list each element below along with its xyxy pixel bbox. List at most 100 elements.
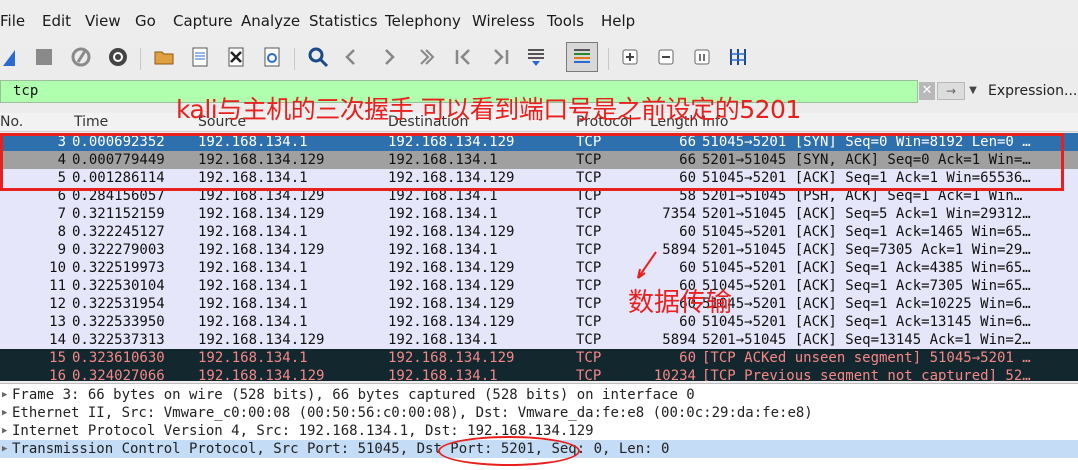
packet-row[interactable]: 15 0.323610630 192.168.134.1 192.168.134.12… — [0, 349, 1078, 367]
column-header-time[interactable]: Time — [74, 114, 108, 130]
packet-source: 192.168.134.1 — [198, 314, 308, 330]
packet-time: 0.324027066 — [72, 368, 165, 381]
menu-analyze[interactable]: Analyze — [241, 12, 300, 30]
detail-text: Frame 3: 66 bytes on wire (528 bits), 66… — [12, 387, 695, 403]
packet-time: 0.322245127 — [72, 224, 165, 240]
expression-button[interactable]: Expression... — [988, 83, 1077, 99]
last-packet-icon[interactable] — [488, 45, 512, 69]
packet-destination: 192.168.134.129 — [388, 350, 515, 366]
apply-filter-icon[interactable]: → — [937, 82, 965, 100]
packet-no: 15 — [49, 350, 66, 366]
detail-tree-item[interactable]: ▶ Ethernet II, Src: Vmware_c0:00:08 (00:5… — [0, 404, 1078, 422]
packet-info: 51045→5201 [ACK] Seq=1 Ack=13145 Win=6… — [702, 314, 1031, 330]
packet-length: 7354 — [662, 206, 696, 222]
menu-capture[interactable]: Capture — [173, 12, 233, 30]
packet-row[interactable]: 9 0.322279003 192.168.134.129 192.168.134.1… — [0, 241, 1078, 259]
packet-time: 0.322537313 — [72, 332, 165, 348]
shark-fin-icon[interactable] — [0, 45, 24, 69]
packet-info: 5201→51045 [ACK] Seq=7305 Ack=1 Win=29… — [702, 242, 1031, 258]
expand-arrow-icon[interactable]: ▶ — [2, 422, 7, 440]
menu-bar: File Edit View Go Capture Analyze Statis… — [0, 0, 1078, 42]
toolbar-separator — [294, 48, 295, 70]
menu-file[interactable]: File — [0, 12, 25, 30]
packet-source: 192.168.134.1 — [198, 296, 308, 312]
expand-arrow-icon[interactable]: ▶ — [2, 404, 7, 422]
reload-icon[interactable] — [260, 45, 284, 69]
packet-no: 11 — [49, 278, 66, 294]
filter-history-dropdown-icon[interactable]: ▼ — [966, 82, 980, 100]
menu-telephony[interactable]: Telephony — [385, 12, 461, 30]
detail-tree-item[interactable]: ▶ Frame 3: 66 bytes on wire (528 bits), 6… — [0, 386, 1078, 404]
save-file-icon[interactable] — [188, 45, 212, 69]
packet-protocol: TCP — [576, 278, 602, 294]
column-header-no[interactable]: No. — [0, 114, 23, 130]
restart-icon[interactable] — [69, 45, 93, 69]
packet-row[interactable]: 10 0.322519973 192.168.134.1 192.168.134.12… — [0, 259, 1078, 277]
main-toolbar — [0, 42, 1078, 76]
colorize-icon[interactable] — [566, 42, 598, 72]
packet-protocol: TCP — [576, 224, 602, 240]
go-forward-icon[interactable] — [376, 45, 400, 69]
gear-icon[interactable] — [106, 45, 130, 69]
normal-size-icon[interactable] — [690, 45, 714, 69]
expand-arrow-icon[interactable]: ▶ — [2, 440, 7, 458]
packet-source: 192.168.134.129 — [198, 206, 325, 222]
packet-time: 0.323610630 — [72, 350, 165, 366]
autoscroll-icon[interactable] — [524, 45, 548, 69]
packet-no: 16 — [49, 368, 66, 381]
close-file-icon[interactable] — [224, 45, 248, 69]
packet-protocol: TCP — [576, 206, 602, 222]
packet-row[interactable]: 13 0.322533950 192.168.134.1 192.168.134.12… — [0, 313, 1078, 331]
packet-no: 8 — [57, 224, 66, 240]
packet-info: 5201→51045 [ACK] Seq=13145 Ack=1 Win=2… — [702, 332, 1031, 348]
packet-source: 192.168.134.1 — [198, 350, 308, 366]
packet-source: 192.168.134.1 — [198, 260, 308, 276]
packet-row[interactable]: 14 0.322537313 192.168.134.129 192.168.134.… — [0, 331, 1078, 349]
packet-no: 14 — [49, 332, 66, 348]
packet-info: 51045→5201 [ACK] Seq=1 Ack=4385 Win=65… — [702, 260, 1031, 276]
packet-no: 7 — [57, 206, 66, 222]
menu-statistics[interactable]: Statistics — [309, 12, 378, 30]
zoom-out-icon[interactable] — [654, 45, 678, 69]
clear-filter-icon[interactable]: ✕ — [919, 82, 935, 100]
packet-protocol: TCP — [576, 242, 602, 258]
packet-row[interactable]: 11 0.322530104 192.168.134.1 192.168.134.12… — [0, 277, 1078, 295]
menu-edit[interactable]: Edit — [42, 12, 71, 30]
menu-go[interactable]: Go — [135, 12, 156, 30]
toolbar-separator — [608, 48, 609, 70]
annotation-arrow — [637, 251, 657, 279]
packet-source: 192.168.134.1 — [198, 224, 308, 240]
menu-wireless[interactable]: Wireless — [472, 12, 535, 30]
packet-source: 192.168.134.129 — [198, 332, 325, 348]
resize-columns-icon[interactable] — [726, 45, 750, 69]
toolbar-separator — [140, 48, 141, 70]
menu-view[interactable]: View — [85, 12, 121, 30]
menu-tools[interactable]: Tools — [547, 12, 584, 30]
handshake-highlight-box — [0, 133, 1064, 191]
packet-row[interactable]: 16 0.324027066 192.168.134.129 192.168.134.… — [0, 367, 1078, 381]
dst-port-circle — [438, 436, 580, 466]
packet-no: 10 — [49, 260, 66, 276]
packet-protocol: TCP — [576, 332, 602, 348]
packet-time: 0.322533950 — [72, 314, 165, 330]
open-folder-icon[interactable] — [152, 45, 176, 69]
packet-row[interactable]: 12 0.322531954 192.168.134.1 192.168.134.12… — [0, 295, 1078, 313]
packet-protocol: TCP — [576, 368, 602, 381]
packet-info: 51045→5201 [ACK] Seq=1 Ack=7305 Win=65… — [702, 278, 1031, 294]
search-icon[interactable] — [306, 45, 330, 69]
packet-info: [TCP Previous segment not captured] 52… — [702, 368, 1031, 381]
packet-destination: 192.168.134.1 — [388, 332, 498, 348]
expand-arrow-icon[interactable]: ▶ — [2, 386, 7, 404]
go-to-packet-icon[interactable] — [414, 45, 438, 69]
stop-icon[interactable] — [32, 45, 56, 69]
menu-help[interactable]: Help — [601, 12, 635, 30]
first-packet-icon[interactable] — [452, 45, 476, 69]
zoom-in-icon[interactable] — [618, 45, 642, 69]
packet-destination: 192.168.134.129 — [388, 296, 515, 312]
packet-destination: 192.168.134.1 — [388, 368, 498, 381]
packet-no: 9 — [57, 242, 66, 258]
packet-row[interactable]: 7 0.321152159 192.168.134.129 192.168.134.1… — [0, 205, 1078, 223]
packet-row[interactable]: 8 0.322245127 192.168.134.1 192.168.134.129… — [0, 223, 1078, 241]
packet-destination: 192.168.134.129 — [388, 260, 515, 276]
go-back-icon[interactable] — [340, 45, 364, 69]
